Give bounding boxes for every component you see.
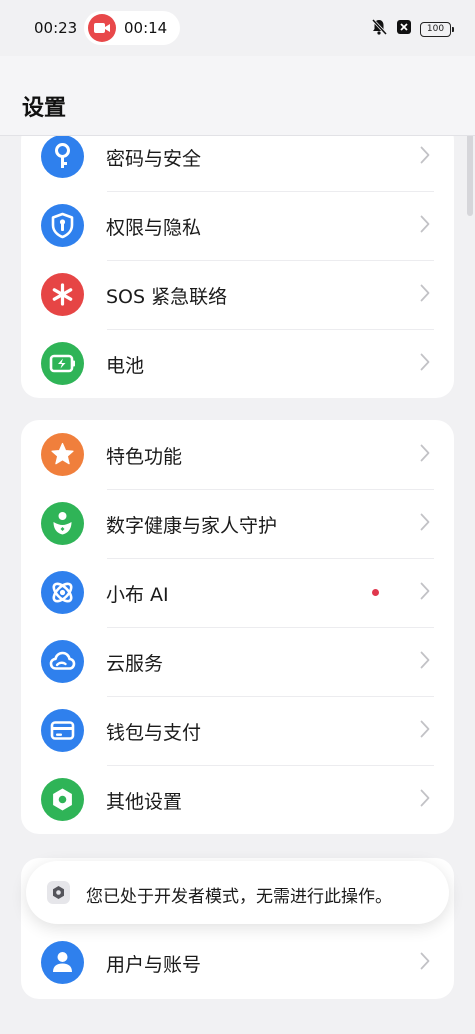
chevron-right-icon xyxy=(420,444,430,462)
battery-indicator: 100 xyxy=(420,21,454,37)
settings-item-label: 特色功能 xyxy=(106,446,183,468)
video-camera-icon xyxy=(88,14,116,42)
chevron-right-icon xyxy=(420,353,430,371)
chevron-right-icon xyxy=(420,582,430,600)
gear-icon xyxy=(41,778,84,821)
page-title: 设置 xyxy=(22,96,67,121)
asterisk-icon xyxy=(41,273,84,316)
settings-item-other-settings[interactable]: 其他设置 xyxy=(21,765,454,834)
xiaobu-ai-icon xyxy=(41,571,84,614)
star-icon xyxy=(41,433,84,476)
family-icon xyxy=(41,502,84,545)
settings-item-wallet-payment[interactable]: 钱包与支付 xyxy=(21,696,454,765)
settings-app-icon xyxy=(47,881,70,904)
chevron-right-icon xyxy=(420,513,430,531)
shield-icon xyxy=(41,204,84,247)
settings-item-label: 钱包与支付 xyxy=(106,722,202,744)
close-box-icon xyxy=(396,19,412,39)
chevron-right-icon xyxy=(420,284,430,302)
settings-item-digital-wellbeing[interactable]: 数字健康与家人守护 xyxy=(21,489,454,558)
settings-item-label: 数字健康与家人守护 xyxy=(106,515,278,537)
settings-item-label: 小布 AI xyxy=(106,584,169,606)
toast-message: 您已处于开发者模式，无需进行此操作。 xyxy=(26,861,449,924)
settings-item-label: 其他设置 xyxy=(106,791,183,813)
user-icon xyxy=(41,941,84,984)
bell-muted-icon xyxy=(370,18,388,40)
settings-item-cloud-service[interactable]: 云服务 xyxy=(21,627,454,696)
settings-item-label: 云服务 xyxy=(106,653,164,675)
settings-item-label: SOS 紧急联络 xyxy=(106,286,228,308)
key-icon xyxy=(41,135,84,178)
settings-item-sos[interactable]: SOS 紧急联络 xyxy=(21,260,454,329)
settings-card-security: 密码与安全 权限与隐私 SOS 紧急联络 电池 xyxy=(21,122,454,398)
chevron-right-icon xyxy=(420,789,430,807)
chevron-right-icon xyxy=(420,215,430,233)
settings-item-permissions-privacy[interactable]: 权限与隐私 xyxy=(21,191,454,260)
settings-item-xiaobu-ai[interactable]: 小布 AI xyxy=(21,558,454,627)
settings-item-user-account[interactable]: 用户与账号 xyxy=(21,928,454,997)
notification-badge xyxy=(372,589,379,596)
chevron-right-icon xyxy=(420,651,430,669)
settings-item-special-features[interactable]: 特色功能 xyxy=(21,420,454,489)
settings-item-label: 权限与隐私 xyxy=(106,217,202,239)
recording-time: 00:14 xyxy=(124,19,168,37)
page-header-overlay: 设置 xyxy=(0,56,475,136)
settings-card-features: 特色功能 数字健康与家人守护 小布 AI 云服务 钱包与支付 其他设置 xyxy=(21,420,454,834)
settings-item-label: 电池 xyxy=(106,355,145,377)
settings-item-battery[interactable]: 电池 xyxy=(21,329,454,398)
chevron-right-icon xyxy=(420,146,430,164)
battery-icon xyxy=(41,342,84,385)
wallet-icon xyxy=(41,709,84,752)
status-bar: 00:23 00:14 100 xyxy=(0,0,475,56)
chevron-right-icon xyxy=(420,952,430,970)
chevron-right-icon xyxy=(420,720,430,738)
status-time: 00:23 xyxy=(34,19,78,37)
cloud-icon xyxy=(41,640,84,683)
settings-item-label: 用户与账号 xyxy=(106,954,202,976)
toast-text: 您已处于开发者模式，无需进行此操作。 xyxy=(86,887,392,907)
settings-item-label: 密码与安全 xyxy=(106,148,202,170)
screen-recording-pill[interactable]: 00:14 xyxy=(84,11,180,45)
